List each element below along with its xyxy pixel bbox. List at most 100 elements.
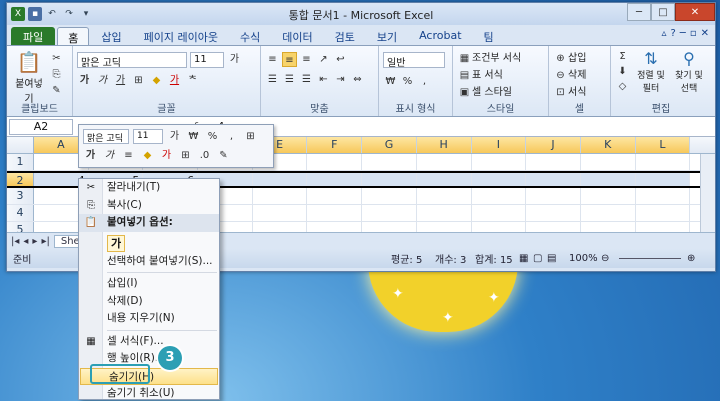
merge-center-icon[interactable]: ⇔ [350, 72, 365, 87]
zoom-out-icon[interactable]: ⊖ [601, 253, 609, 264]
tab-home[interactable]: 홈 [57, 27, 90, 45]
column-header[interactable]: J [526, 137, 581, 153]
cell[interactable] [581, 205, 636, 221]
cell[interactable] [472, 154, 527, 170]
help-icon[interactable]: ? [670, 28, 675, 39]
normal-view-icon[interactable]: ▦ [519, 253, 528, 264]
select-all-corner[interactable] [7, 137, 34, 153]
menu-item-clear-contents[interactable]: 내용 지우기(N) [79, 310, 219, 328]
doc-restore-icon[interactable]: ▫ [690, 28, 697, 39]
cell[interactable] [526, 205, 581, 221]
cell[interactable] [526, 173, 581, 186]
cell[interactable] [472, 205, 527, 221]
doc-minimize-icon[interactable]: ─ [680, 28, 686, 39]
menu-item-copy[interactable]: ⎘ 복사(C) [79, 197, 219, 215]
tab-formulas[interactable]: 수식 [230, 27, 270, 45]
page-layout-view-icon[interactable]: ▢ [533, 253, 542, 264]
increase-indent-icon[interactable]: ⇥ [333, 72, 348, 87]
format-cells-button[interactable]: ⊡ 서식 [553, 83, 606, 100]
maximize-button[interactable]: □ [651, 3, 675, 21]
page-break-view-icon[interactable]: ▤ [547, 253, 556, 264]
close-button[interactable]: ✕ [675, 3, 715, 21]
underline-icon[interactable]: 가 [113, 73, 128, 88]
tab-view[interactable]: 보기 [367, 27, 407, 45]
fill-color-icon[interactable]: ◆ [149, 73, 164, 88]
cell[interactable] [526, 154, 581, 170]
zoom-in-icon[interactable]: ⊕ [687, 253, 695, 264]
first-sheet-icon[interactable]: |◂ [11, 236, 19, 247]
mini-merge-icon[interactable]: ⊞ [243, 129, 258, 144]
last-sheet-icon[interactable]: ▸| [41, 236, 49, 247]
align-top-icon[interactable]: ≡ [265, 52, 280, 67]
mini-decimal-icon[interactable]: .0 [197, 148, 212, 163]
format-painter-icon[interactable]: ✎ [49, 83, 64, 98]
prev-sheet-icon[interactable]: ◂ [23, 236, 28, 247]
align-center-icon[interactable]: ☰ [282, 72, 297, 87]
menu-item-unhide[interactable]: 숨기기 취소(U) [79, 385, 219, 399]
zoom-slider[interactable] [619, 258, 681, 259]
cell[interactable] [417, 154, 472, 170]
mini-currency-icon[interactable]: ₩ [186, 129, 201, 144]
cell[interactable] [307, 154, 363, 170]
menu-item-paste-special[interactable]: 선택하여 붙여넣기(S)... [79, 253, 219, 271]
cell[interactable] [253, 205, 308, 221]
cell[interactable] [362, 205, 417, 221]
align-middle-icon[interactable]: ≡ [282, 52, 297, 67]
next-sheet-icon[interactable]: ▸ [32, 236, 37, 247]
paste-option-button[interactable]: 가 [107, 235, 125, 252]
cell[interactable] [307, 188, 363, 204]
orientation-icon[interactable]: ↗ [316, 52, 331, 67]
sort-filter-button[interactable]: ⇅ 정렬 및 필터 [634, 49, 668, 94]
cell-style-button[interactable]: ▣ 셀 스타일 [457, 83, 544, 100]
cell[interactable] [362, 154, 417, 170]
menu-item-delete[interactable]: 삭제(D) [79, 293, 219, 311]
align-right-icon[interactable]: ☰ [299, 72, 314, 87]
tab-data[interactable]: 데이터 [272, 27, 322, 45]
cell[interactable] [253, 188, 308, 204]
find-select-button[interactable]: ⚲ 찾기 및 선택 [672, 49, 706, 94]
font-color-icon[interactable]: 가 [167, 73, 182, 88]
minimize-button[interactable]: ─ [627, 3, 651, 21]
zoom-level[interactable]: 100% [569, 253, 598, 264]
cell[interactable] [636, 154, 691, 170]
percent-icon[interactable]: % [400, 74, 415, 89]
row-header[interactable]: 3 [7, 188, 34, 204]
row-header[interactable]: 1 [7, 154, 34, 170]
mini-bold-icon[interactable]: 가 [83, 148, 98, 163]
font-size-select[interactable]: 11 [190, 52, 224, 68]
cell[interactable] [581, 188, 636, 204]
column-header[interactable]: G [362, 137, 417, 153]
column-header[interactable]: K [580, 137, 636, 153]
cell[interactable] [580, 173, 636, 186]
tab-insert[interactable]: 삽입 [91, 27, 131, 45]
cell[interactable] [635, 173, 691, 186]
font-name-select[interactable]: 맑은 고딕 [77, 52, 187, 69]
menu-item-format-cells[interactable]: ▦ 셀 서식(F)... [79, 333, 219, 351]
cut-icon[interactable]: ✂ [49, 51, 64, 66]
autosum-icon[interactable]: Σ [615, 49, 630, 64]
fill-icon[interactable]: ⬇ [615, 64, 630, 79]
tab-file[interactable]: 파일 [11, 27, 56, 45]
align-left-icon[interactable]: ☰ [265, 72, 280, 87]
mini-size-select[interactable]: 11 [133, 129, 163, 144]
menu-item-cut[interactable]: ✂ 잘라내기(T) [79, 179, 219, 197]
cell[interactable] [636, 188, 691, 204]
bold-icon[interactable]: 가 [77, 73, 92, 88]
cell[interactable] [417, 188, 472, 204]
mini-grow-font-icon[interactable]: 가 [167, 129, 182, 144]
vertical-scrollbar[interactable] [700, 154, 715, 232]
cell[interactable] [471, 173, 527, 186]
column-header[interactable]: L [635, 137, 691, 153]
row-header[interactable]: 2 [7, 173, 34, 187]
wrap-text-icon[interactable]: ↩ [333, 52, 348, 67]
name-box[interactable]: A2 [9, 118, 73, 135]
cell[interactable] [636, 205, 691, 221]
insert-cells-button[interactable]: ⊕ 삽입 [553, 49, 606, 66]
ribbon-minimize-icon[interactable]: ▵ [661, 28, 666, 39]
delete-cells-button[interactable]: ⊖ 삭제 [553, 66, 606, 83]
menu-item-insert[interactable]: 삽입(I) [79, 275, 219, 293]
doc-close-icon[interactable]: ✕ [701, 28, 709, 39]
cell[interactable] [252, 173, 308, 186]
paste-button[interactable]: 📋 붙여넣기 [11, 49, 47, 105]
border-icon[interactable]: ⊞ [131, 73, 146, 88]
